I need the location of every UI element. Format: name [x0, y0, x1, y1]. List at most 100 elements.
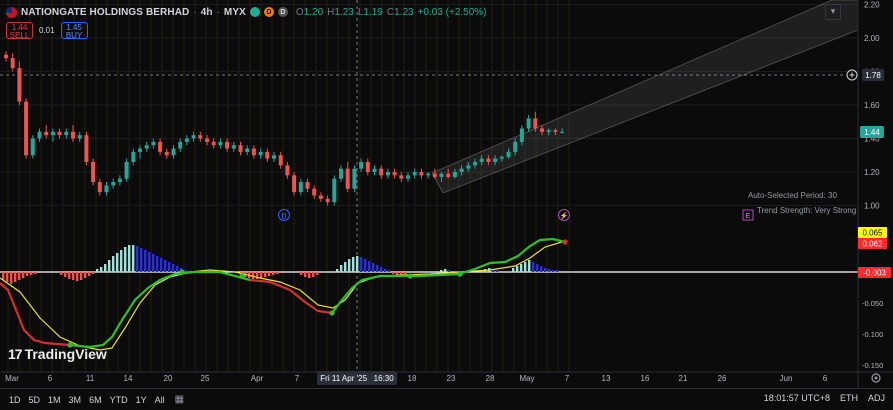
split-marker[interactable]: ⚡ — [558, 209, 570, 221]
timeframe-1m[interactable]: 1M — [48, 395, 61, 405]
histogram-bar — [368, 261, 371, 272]
gear-icon[interactable] — [871, 373, 881, 383]
trend-channel[interactable] — [431, 0, 859, 194]
price-tick-label: 2.00 — [864, 34, 880, 43]
timeframe-1d[interactable]: 1D — [9, 395, 21, 405]
symbol-name[interactable]: NATIONGATE HOLDINGS BERHAD — [21, 7, 189, 18]
data-badge[interactable]: D — [277, 7, 288, 17]
timeframe-1y[interactable]: 1Y — [136, 395, 147, 405]
crossover-dot — [562, 239, 568, 245]
histogram-bar — [348, 259, 351, 272]
histogram-bar — [132, 245, 135, 272]
svg-text:-0.003: -0.003 — [863, 269, 886, 278]
histogram-bar — [308, 272, 311, 278]
histogram-bar — [148, 252, 151, 272]
ohlc-values: O1.20 H1.23 L1.19 C1.23 +0.03 (+2.50%) — [295, 6, 487, 18]
calendar-icon[interactable]: ▦ — [175, 394, 184, 405]
time-tick-label: 28 — [486, 374, 495, 383]
buy-button[interactable]: 1.45 BUY — [60, 22, 88, 40]
clock-display[interactable]: 18:01:57 UTC+8 — [764, 393, 830, 403]
histogram-bar — [14, 272, 17, 282]
time-tick-label: 23 — [447, 374, 456, 383]
histogram-bar — [384, 269, 387, 272]
candle — [198, 131, 203, 142]
tradingview-logo-mark: 17 — [8, 346, 23, 362]
histogram-bar — [340, 265, 343, 272]
histogram-bar — [364, 259, 367, 272]
time-tick-label: 16 — [641, 374, 650, 383]
adjustment-toggle[interactable]: ADJ — [868, 393, 885, 403]
timeframe-3m[interactable]: 3M — [69, 395, 82, 405]
separator: · — [193, 6, 197, 18]
time-tick-label: 6 — [48, 374, 53, 383]
dividend-marker[interactable]: D — [278, 209, 290, 221]
histogram-bar — [260, 272, 263, 278]
candle — [64, 128, 69, 139]
histogram-bar — [540, 266, 543, 272]
tradingview-logo-text: TradingView — [24, 346, 107, 362]
price-tick-label: 1.60 — [864, 101, 880, 110]
candle — [124, 158, 129, 183]
exchange-label[interactable]: MYX — [224, 7, 246, 18]
time-tick-label: 25 — [201, 374, 210, 383]
histogram-bar — [64, 272, 67, 277]
histogram-bar — [360, 257, 363, 272]
macd-value-tag: 0.062 — [858, 238, 887, 249]
candle — [104, 182, 109, 196]
crossover-dot — [239, 273, 245, 279]
timeframe-ytd[interactable]: YTD — [110, 395, 128, 405]
candle — [419, 168, 424, 179]
candle — [144, 141, 149, 152]
candle — [218, 138, 223, 149]
current-price-tag: 1.44 — [860, 126, 884, 138]
candle — [164, 148, 169, 159]
histogram-bar — [80, 272, 83, 280]
spread-value: 0.01 — [39, 26, 55, 35]
candle — [385, 168, 390, 179]
histogram-bar — [440, 270, 443, 272]
histogram-bar — [388, 270, 391, 272]
symbol-header: NATIONGATE HOLDINGS BERHAD · 4h · MYX D … — [6, 5, 491, 19]
histogram-bar — [160, 258, 163, 272]
candle — [426, 172, 431, 179]
timeframe-5d[interactable]: 5D — [29, 395, 41, 405]
candle — [265, 148, 270, 162]
histogram-bar — [84, 272, 87, 278]
price-axis[interactable] — [858, 0, 893, 372]
candle — [91, 158, 96, 186]
chart-area[interactable]: D ⚡ E Auto-Selected Period: 30 Trend Str… — [0, 0, 893, 409]
currency-toggle[interactable]: ETH — [840, 393, 858, 403]
delayed-badge[interactable]: D — [263, 7, 274, 17]
status-dot-icon — [249, 7, 260, 17]
candle — [305, 178, 310, 193]
candle — [526, 115, 531, 132]
histogram-bar — [404, 272, 407, 274]
candle — [258, 148, 263, 159]
sell-button[interactable]: 1.44 SELL — [6, 22, 33, 40]
candle — [97, 178, 102, 196]
interval-label[interactable]: 4h — [201, 7, 213, 18]
timeframe-all[interactable]: All — [155, 395, 165, 405]
histogram-bar — [544, 268, 547, 272]
candle — [318, 192, 323, 203]
candle — [399, 172, 404, 183]
histogram-bar — [68, 272, 71, 279]
indicator-period-text: Auto-Selected Period: 30 — [748, 191, 837, 200]
signal-value-tag: 0.065 — [858, 227, 887, 238]
candle — [339, 165, 343, 183]
bottom-toolbar: 1D 5D 1M 3M 6M YTD 1Y All ▦ 18:01:57 UTC… — [0, 388, 893, 410]
candle — [292, 172, 297, 196]
histogram-bar — [376, 265, 379, 272]
chevron-down-icon[interactable]: ▾ — [825, 4, 841, 20]
histogram-bar — [164, 260, 167, 272]
time-tick-label: 11 — [86, 374, 95, 383]
svg-text:0.062: 0.062 — [862, 240, 883, 249]
time-tick-label: May — [519, 374, 534, 383]
earnings-marker[interactable]: E — [742, 209, 754, 221]
svg-text:Fri 11 Apr '25 16:30: Fri 11 Apr '25 16:30 — [320, 374, 394, 383]
histogram-bar — [312, 272, 315, 277]
candle — [184, 135, 189, 146]
histogram-bar — [352, 257, 355, 272]
crossover-dot — [407, 273, 413, 279]
timeframe-6m[interactable]: 6M — [89, 395, 102, 405]
